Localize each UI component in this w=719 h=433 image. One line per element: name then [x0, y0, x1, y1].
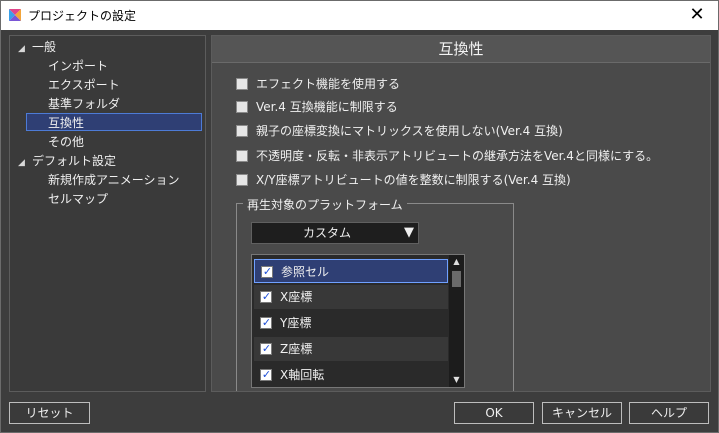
tree-item-label: 互換性	[48, 116, 85, 130]
tree-item-other[interactable]: その他	[48, 133, 84, 151]
expand-arrow-icon[interactable]: ◢	[18, 154, 32, 172]
list-item-y[interactable]: ✓ Y座標	[254, 311, 448, 335]
tree-item-cellmap[interactable]: セルマップ	[48, 190, 108, 208]
project-settings-dialog: プロジェクトの設定 ✕ ◢ 一般 インポート エクスポート 基準フォルダ 互換性 …	[0, 0, 719, 433]
check-icon: ✓	[261, 290, 272, 303]
list-checkbox[interactable]: ✓	[260, 342, 272, 355]
close-icon[interactable]: ✕	[682, 3, 712, 27]
tree-item-export[interactable]: エクスポート	[48, 76, 120, 94]
checkbox[interactable]	[236, 174, 248, 186]
list-item-x-rotation[interactable]: ✓ X軸回転	[254, 363, 448, 387]
list-item-label: 参照セル	[281, 265, 330, 279]
attribute-list: ✓ 参照セル ✓ X座標 ✓ Y座標 ✓ Z座標 ✓ X軸回転 ▲ ▼	[251, 254, 465, 388]
title-bar: プロジェクトの設定 ✕	[1, 1, 718, 30]
tree-item-label: 基準フォルダ	[48, 97, 121, 111]
tree-item-label: エクスポート	[48, 78, 120, 92]
check-icon: ✓	[261, 342, 272, 355]
scroll-thumb[interactable]	[452, 271, 461, 287]
tree-item-label: セルマップ	[48, 192, 109, 206]
list-item-z[interactable]: ✓ Z座標	[254, 337, 448, 361]
dropdown-arrow-icon[interactable]: ▼	[404, 225, 414, 240]
platform-group-title: 再生対象のプラットフォーム	[243, 196, 407, 213]
option-integer-xy[interactable]: X/Y座標アトリビュートの値を整数に制限する(Ver.4 互換)	[236, 172, 571, 188]
help-button[interactable]: ヘルプ	[629, 402, 709, 424]
tree-item-general[interactable]: ◢ 一般	[18, 38, 56, 56]
list-checkbox[interactable]: ✓	[260, 316, 272, 329]
tree-item-label: 一般	[32, 40, 57, 54]
checkbox[interactable]	[236, 125, 248, 137]
tree-item-base-folder[interactable]: 基準フォルダ	[48, 95, 120, 113]
dropdown-value: カスタム	[302, 226, 351, 240]
list-item-reference-cell[interactable]: ✓ 参照セル	[254, 259, 448, 283]
tree-item-new-animation[interactable]: 新規作成アニメーション	[48, 171, 180, 189]
compatibility-panel: 互換性 エフェクト機能を使用する Ver.4 互換機能に制限する 親子の座標変換…	[211, 35, 711, 392]
reset-button[interactable]: リセット	[9, 402, 90, 424]
checkbox[interactable]	[236, 150, 248, 162]
tree-item-label: デフォルト設定	[32, 154, 117, 168]
check-icon: ✓	[261, 316, 272, 329]
scroll-down-icon[interactable]: ▼	[449, 373, 464, 387]
option-label: エフェクト機能を使用する	[256, 77, 401, 91]
option-use-effects[interactable]: エフェクト機能を使用する	[236, 76, 400, 92]
list-item-label: Z座標	[280, 342, 313, 356]
list-item-label: X座標	[280, 290, 313, 304]
app-icon	[9, 9, 21, 21]
panel-title: 互換性	[212, 36, 710, 63]
option-label: 不透明度・反転・非表示アトリビュートの継承方法をVer.4と同様にする。	[256, 149, 659, 163]
list-item-label: X軸回転	[280, 368, 325, 382]
checkbox[interactable]	[236, 78, 248, 90]
scroll-up-icon[interactable]: ▲	[449, 255, 464, 269]
tree-item-label: 新規作成アニメーション	[48, 173, 180, 187]
option-label: X/Y座標アトリビュートの値を整数に制限する(Ver.4 互換)	[256, 173, 571, 187]
cancel-button[interactable]: キャンセル	[542, 402, 622, 424]
option-label: 親子の座標変換にマトリックスを使用しない(Ver.4 互換)	[256, 124, 563, 138]
list-item-x[interactable]: ✓ X座標	[254, 285, 448, 309]
platform-group: 再生対象のプラットフォーム カスタム ▼ ✓ 参照セル ✓ X座標 ✓ Y座標	[236, 196, 514, 391]
expand-arrow-icon[interactable]: ◢	[18, 40, 32, 58]
tree-item-default-settings[interactable]: ◢ デフォルト設定	[18, 152, 116, 170]
option-no-matrix[interactable]: 親子の座標変換にマトリックスを使用しない(Ver.4 互換)	[236, 123, 563, 139]
option-limit-ver4[interactable]: Ver.4 互換機能に制限する	[236, 99, 398, 115]
check-icon: ✓	[262, 265, 273, 278]
checkbox[interactable]	[236, 101, 248, 113]
tree-item-label: その他	[48, 135, 85, 149]
ok-button[interactable]: OK	[454, 402, 534, 424]
platform-dropdown[interactable]: カスタム ▼	[251, 222, 419, 244]
tree-item-compatibility[interactable]: 互換性	[26, 113, 202, 131]
option-label: Ver.4 互換機能に制限する	[256, 100, 398, 114]
list-scrollbar[interactable]: ▲ ▼	[449, 255, 464, 387]
option-inherit-ver4[interactable]: 不透明度・反転・非表示アトリビュートの継承方法をVer.4と同様にする。	[236, 148, 658, 164]
tree-item-label: インポート	[48, 59, 109, 73]
settings-tree: ◢ 一般 インポート エクスポート 基準フォルダ 互換性 その他 ◢ デフォルト設定…	[9, 35, 206, 392]
list-checkbox[interactable]: ✓	[261, 265, 273, 278]
check-icon: ✓	[261, 368, 272, 381]
tree-item-import[interactable]: インポート	[48, 57, 108, 75]
list-item-label: Y座標	[280, 316, 312, 330]
list-checkbox[interactable]: ✓	[260, 290, 272, 303]
list-checkbox[interactable]: ✓	[260, 368, 272, 381]
window-title: プロジェクトの設定	[28, 9, 137, 23]
